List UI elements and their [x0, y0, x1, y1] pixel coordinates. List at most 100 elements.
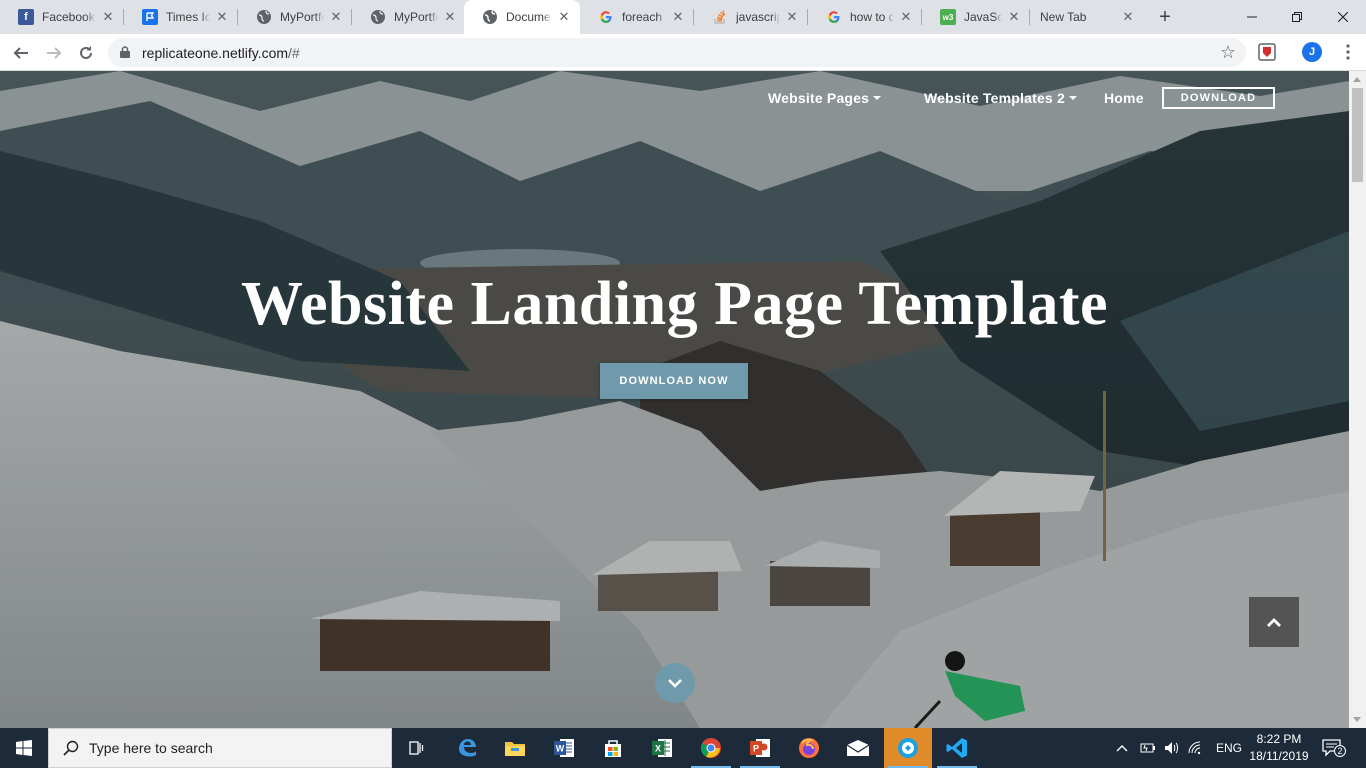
- task-view-icon[interactable]: [392, 728, 440, 768]
- tab-google-howto[interactable]: how to d ✕: [808, 0, 922, 34]
- tab-title: javascript: [736, 10, 780, 24]
- reload-icon: [80, 46, 92, 59]
- tab-title: New Tab: [1040, 10, 1087, 24]
- tab-title: JavaScript: [964, 10, 1002, 24]
- globe-icon: [370, 9, 386, 25]
- tab-myportfolio-2[interactable]: MyPortfolio ✕: [352, 0, 466, 34]
- word-icon[interactable]: W: [540, 728, 588, 768]
- store-icon[interactable]: [589, 728, 637, 768]
- hero-background-image: [0, 71, 1349, 728]
- chevron-down-icon: [668, 679, 682, 688]
- chevron-up-icon: [1116, 745, 1128, 752]
- hero-headline: Website Landing Page Template: [240, 270, 1109, 338]
- svg-text:P: P: [753, 744, 759, 754]
- nav-label: Website Templates 2: [924, 90, 1065, 106]
- clock[interactable]: 8:22 PM 18/11/2019: [1244, 731, 1314, 765]
- tab-title: Facebook: [42, 10, 95, 24]
- scroll-down-button[interactable]: [655, 663, 695, 703]
- reload-button[interactable]: [73, 40, 99, 66]
- tab-w3schools[interactable]: w3 JavaScript ✕: [922, 0, 1030, 34]
- tab-stackoverflow[interactable]: javascript ✕: [694, 0, 808, 34]
- close-icon[interactable]: ✕: [784, 9, 800, 25]
- excel-icon[interactable]: X: [638, 728, 686, 768]
- tab-document[interactable]: Document ✕: [464, 0, 580, 34]
- forward-button[interactable]: [41, 40, 67, 66]
- scroll-up-arrow-icon[interactable]: [1353, 77, 1361, 82]
- search-placeholder: Type here to search: [89, 740, 213, 756]
- close-icon[interactable]: ✕: [1006, 9, 1022, 25]
- windows-logo-icon: [16, 740, 32, 756]
- page-viewport: Website Pages Website Templates 2 Home D…: [0, 71, 1349, 728]
- wifi-icon: [1188, 741, 1201, 755]
- close-icon[interactable]: ✕: [1120, 9, 1136, 25]
- flag-icon: [142, 9, 158, 25]
- start-button[interactable]: [0, 728, 48, 768]
- close-icon[interactable]: ✕: [100, 9, 116, 25]
- nav-website-pages[interactable]: Website Pages: [768, 88, 882, 108]
- minimize-button[interactable]: [1229, 0, 1275, 34]
- browser-toolbar: replicateone.netlify.com/# ☆ J: [0, 34, 1366, 71]
- globe-icon: [482, 9, 498, 25]
- nav-website-templates[interactable]: Website Templates 2: [924, 88, 1077, 108]
- star-icon[interactable]: ☆: [1220, 42, 1236, 63]
- caret-down-icon: [873, 96, 882, 100]
- close-icon[interactable]: ✕: [442, 9, 458, 25]
- lock-icon: [120, 46, 130, 58]
- caret-down-icon: [1069, 96, 1077, 100]
- address-bar[interactable]: replicateone.netlify.com/# ☆: [108, 38, 1246, 67]
- tab-title: foreach a: [622, 10, 666, 24]
- scrollbar-thumb[interactable]: [1352, 88, 1363, 182]
- taskbar-search-box[interactable]: Type here to search: [48, 728, 392, 768]
- close-icon[interactable]: ✕: [214, 9, 230, 25]
- svg-text:W: W: [556, 744, 565, 754]
- firefox-icon[interactable]: [785, 728, 833, 768]
- language-indicator[interactable]: ENG: [1216, 741, 1242, 755]
- download-now-button[interactable]: DOWNLOAD NOW: [600, 363, 748, 399]
- arrow-left-icon: [13, 47, 28, 59]
- powerpoint-icon[interactable]: P: [736, 728, 784, 768]
- tab-new-tab[interactable]: New Tab ✕: [1030, 0, 1144, 34]
- file-explorer-icon[interactable]: [491, 728, 539, 768]
- w3schools-icon: w3: [940, 9, 956, 25]
- app-icon[interactable]: [884, 728, 932, 768]
- tab-title: MyPortfolio: [394, 10, 438, 24]
- tab-strip: f Facebook ✕ Times Icons ✕ MyPortfolio ✕…: [0, 0, 1366, 34]
- extension-icon[interactable]: [1258, 43, 1276, 61]
- tab-title: how to d: [850, 10, 894, 24]
- battery-icon: [1140, 743, 1155, 753]
- system-tray: ENG: [1112, 728, 1242, 768]
- arrow-right-icon: [47, 47, 62, 59]
- close-icon[interactable]: ✕: [670, 9, 686, 25]
- profile-avatar[interactable]: J: [1302, 42, 1322, 62]
- mail-icon[interactable]: [834, 728, 882, 768]
- nav-label: Website Pages: [768, 90, 870, 106]
- back-to-top-button[interactable]: [1249, 597, 1299, 647]
- google-icon: [598, 9, 614, 25]
- stackoverflow-icon: [712, 9, 728, 25]
- search-icon: [63, 740, 79, 756]
- close-icon[interactable]: ✕: [328, 9, 344, 25]
- close-icon[interactable]: ✕: [556, 9, 572, 25]
- tab-myportfolio-1[interactable]: MyPortfolio ✕: [238, 0, 352, 34]
- notification-count: 2: [1334, 745, 1346, 757]
- tab-times-icons[interactable]: Times Icons ✕: [124, 0, 238, 34]
- tab-google-foreach[interactable]: foreach a ✕: [580, 0, 694, 34]
- page-scrollbar[interactable]: [1349, 71, 1366, 728]
- nav-download-button[interactable]: DOWNLOAD: [1162, 87, 1275, 109]
- kebab-menu-icon[interactable]: [1340, 43, 1356, 61]
- edge-icon[interactable]: [443, 728, 491, 768]
- facebook-icon: f: [18, 9, 34, 25]
- close-icon[interactable]: ✕: [898, 9, 914, 25]
- chrome-icon[interactable]: [687, 728, 735, 768]
- vscode-icon[interactable]: [933, 728, 981, 768]
- close-window-button[interactable]: [1320, 0, 1366, 34]
- scroll-down-arrow-icon[interactable]: [1353, 717, 1361, 722]
- restore-button[interactable]: [1274, 0, 1320, 34]
- notifications-button[interactable]: 2: [1322, 738, 1346, 758]
- nav-home[interactable]: Home: [1104, 88, 1144, 108]
- back-button[interactable]: [8, 40, 34, 66]
- new-tab-button[interactable]: +: [1155, 7, 1175, 27]
- google-icon: [826, 9, 842, 25]
- tab-facebook[interactable]: f Facebook ✕: [0, 0, 124, 34]
- svg-text:X: X: [655, 744, 661, 754]
